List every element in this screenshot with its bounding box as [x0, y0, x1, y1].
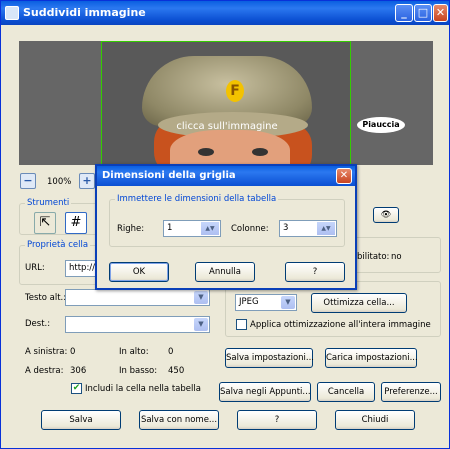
- load-settings-button[interactable]: Carica impostazioni...: [325, 348, 418, 368]
- hat-badge: F: [226, 80, 244, 102]
- image-preview[interactable]: F clicca sull'immagine: [101, 41, 351, 165]
- columns-spinner[interactable]: 3 ▲▼: [279, 220, 337, 237]
- dialog-help-button[interactable]: ?: [285, 262, 345, 282]
- enabled-label: bilitato:: [357, 252, 390, 262]
- close-window-button[interactable]: Chiudi: [335, 410, 415, 430]
- main-window: Suddividi immagine _ □ ✕ F clicca sull'i…: [0, 0, 450, 449]
- save-as-button[interactable]: Salva con nome...: [139, 410, 219, 430]
- watermark-logo: Piauccia: [357, 117, 405, 133]
- apply-all-label: Applica ottimizzazione all'intera immagi…: [250, 320, 431, 330]
- preferences-button[interactable]: Preferenze...: [381, 382, 441, 402]
- photo-eye-left: [198, 148, 214, 156]
- bottom-label: In basso:: [119, 366, 158, 376]
- maximize-button[interactable]: □: [414, 4, 432, 22]
- alt-text-combo[interactable]: ▼: [65, 289, 210, 306]
- top-value: 0: [168, 347, 174, 357]
- alt-text-label: Testo alt.:: [25, 293, 67, 303]
- spin-arrows-icon[interactable]: ▲▼: [317, 222, 335, 235]
- window-title: Suddividi immagine: [23, 6, 146, 19]
- dialog-title-bar: Dimensioni della griglia: [97, 166, 355, 186]
- copy-clipboard-button[interactable]: Salva negli Appunti...: [219, 382, 311, 402]
- right-value: 306: [70, 366, 87, 376]
- apply-all-checkbox[interactable]: [236, 319, 247, 330]
- left-value: 0: [70, 347, 76, 357]
- optimize-cell-button[interactable]: Ottimizza cella...: [311, 293, 407, 313]
- ok-button[interactable]: OK: [109, 262, 169, 282]
- rows-label: Righe:: [117, 224, 145, 234]
- format-value: JPEG: [239, 297, 259, 307]
- columns-value: 3: [283, 223, 289, 233]
- photo-face: [170, 130, 290, 164]
- include-cell-checkbox[interactable]: ✔: [71, 383, 82, 394]
- photo-eye-right: [252, 148, 268, 156]
- save-settings-button[interactable]: Salva impostazioni...: [225, 348, 314, 368]
- right-label: A destra:: [25, 366, 64, 376]
- dialog-title: Dimensioni della griglia: [102, 170, 236, 181]
- dest-combo[interactable]: ▼: [65, 316, 210, 333]
- cell-properties-label: Proprietà cella: [25, 240, 91, 250]
- pointer-tool-icon[interactable]: ⇱: [34, 212, 56, 234]
- cancel-button[interactable]: Annulla: [195, 262, 255, 282]
- bottom-value: 450: [168, 366, 185, 376]
- save-button[interactable]: Salva: [41, 410, 121, 430]
- zoom-in-icon[interactable]: +: [79, 173, 95, 189]
- app-icon: [5, 6, 19, 20]
- top-label: In alto:: [119, 347, 149, 357]
- minimize-button[interactable]: _: [395, 4, 413, 22]
- spin-arrows-icon[interactable]: ▲▼: [201, 222, 219, 235]
- dest-label: Dest.:: [25, 319, 51, 329]
- preview-hint: clicca sull'immagine: [176, 121, 278, 132]
- chevron-down-icon[interactable]: ▼: [194, 291, 208, 304]
- grid-size-dialog: Dimensioni della griglia ✕ Immettere le …: [95, 164, 357, 290]
- dialog-group-label: Immettere le dimensioni della tabella: [115, 194, 279, 204]
- preview-toggle-icon[interactable]: 👁: [373, 207, 399, 223]
- url-label: URL:: [25, 263, 45, 273]
- title-bar: Suddividi immagine _ □ ✕: [1, 1, 449, 25]
- format-select[interactable]: JPEG ▼: [235, 294, 297, 311]
- grid-tool-icon[interactable]: #: [65, 212, 87, 234]
- rows-spinner[interactable]: 1 ▲▼: [163, 220, 221, 237]
- tools-group-label: Strumenti: [25, 198, 72, 208]
- delete-button[interactable]: Cancella: [317, 382, 375, 402]
- include-cell-label: Includi la cella nella tabella: [85, 384, 201, 394]
- help-button[interactable]: ?: [237, 410, 317, 430]
- dialog-close-icon[interactable]: ✕: [336, 168, 352, 184]
- rows-value: 1: [167, 223, 173, 233]
- chevron-down-icon[interactable]: ▼: [194, 318, 208, 331]
- columns-label: Colonne:: [231, 224, 269, 234]
- left-label: A sinistra:: [25, 347, 68, 357]
- zoom-level: 100%: [47, 177, 72, 187]
- chevron-down-icon[interactable]: ▼: [281, 296, 295, 309]
- enabled-value: no: [391, 252, 402, 262]
- zoom-out-icon[interactable]: −: [20, 173, 36, 189]
- close-button[interactable]: ✕: [433, 4, 448, 22]
